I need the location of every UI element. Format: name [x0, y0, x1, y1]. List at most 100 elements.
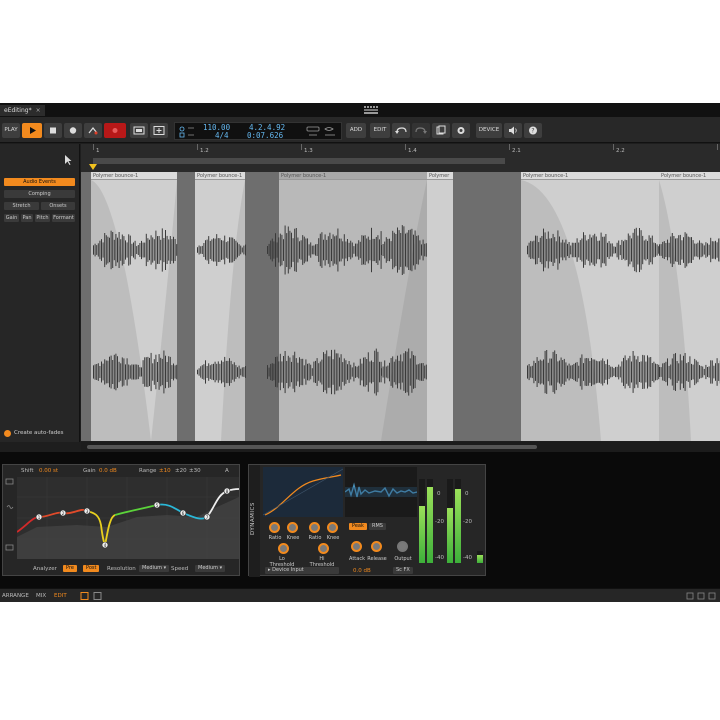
comping-button[interactable]: Comping	[4, 190, 75, 198]
overdub-button[interactable]	[130, 123, 148, 138]
device-input-label: Device Input	[272, 567, 304, 573]
pointer-tool-icon[interactable]	[63, 154, 73, 166]
ruler-bar-number: 1	[96, 148, 100, 154]
copy-button[interactable]	[432, 123, 450, 138]
horizontal-scrollbar[interactable]	[81, 442, 720, 452]
hi-threshold-knob[interactable]	[318, 543, 329, 554]
sidechain-fx-label: Sc FX	[396, 567, 410, 573]
analyzer-a-label[interactable]: A	[225, 468, 229, 474]
analyzer-label: Analyzer	[33, 566, 57, 572]
range-option-20[interactable]: ±20	[175, 468, 187, 474]
redo-button[interactable]	[412, 123, 430, 138]
timeline-ruler[interactable]: 11.21.31.42.12.22.3	[81, 144, 720, 172]
time-value[interactable]: 0:07.626	[247, 132, 283, 140]
meter-label-0-right: 0	[465, 491, 469, 497]
panel-layout-icons[interactable]	[80, 592, 110, 600]
audio-events-label: Audio Events	[23, 179, 56, 185]
loop-punch-icon[interactable]	[305, 125, 339, 139]
time-signature-value[interactable]: 4/4	[215, 132, 229, 140]
add-button[interactable]: ADD	[346, 123, 366, 138]
release-knob[interactable]	[371, 541, 382, 552]
device-button[interactable]: DEVICE	[476, 123, 502, 138]
shift-value[interactable]: 0.00 st	[39, 468, 58, 474]
arm-record-button[interactable]	[104, 123, 126, 138]
ruler-tick	[301, 144, 302, 150]
add-label: ADD	[349, 127, 363, 133]
range-option-30[interactable]: ±30	[189, 468, 201, 474]
input-gain-value[interactable]: 0.0 dB	[353, 568, 371, 574]
range-option-10[interactable]: ±10	[159, 468, 171, 474]
eq-band-number: 6	[182, 511, 185, 516]
metronome-icon[interactable]	[178, 125, 198, 139]
meter-label-20: -20	[435, 519, 444, 525]
pitch-lane-button[interactable]: Pitch	[35, 214, 50, 222]
eq-device[interactable]: Shift 0.00 st Gain 0.0 dB Range ±10 ±20 …	[2, 464, 240, 576]
stretch-button[interactable]: Stretch	[4, 202, 39, 210]
lo-knee-knob[interactable]	[287, 522, 298, 533]
rms-toggle[interactable]: RMS	[369, 523, 386, 530]
gain-lane-button[interactable]: Gain	[4, 214, 19, 222]
add-clip-button[interactable]	[150, 123, 168, 138]
audio-editor[interactable]: Polymer bounce-1 Polymer bounce-1 Polyme…	[81, 172, 720, 441]
document-title: eEditing	[4, 107, 29, 114]
audio-events-button[interactable]: Audio Events	[4, 178, 75, 186]
gain-value[interactable]: 0.0 dB	[99, 468, 117, 474]
sidechain-fx-button[interactable]: Sc FX	[393, 567, 413, 574]
eq-band-number: 7	[206, 515, 209, 520]
dynamics-device[interactable]: DYNAMICS Ratio Knee Ratio Knee Lo Thresh…	[248, 464, 486, 577]
undo-button[interactable]	[392, 123, 410, 138]
meter-fill	[419, 505, 425, 563]
dynamics-title-tab[interactable]: DYNAMICS	[249, 465, 260, 577]
document-tab[interactable]: eEditing* ×	[0, 105, 45, 116]
record-button[interactable]	[64, 123, 82, 138]
device-input-selector[interactable]: ▸ Device Input	[265, 567, 339, 574]
play-mode-label: PLAY	[4, 127, 18, 133]
pan-lane-button[interactable]: Pan	[21, 214, 33, 222]
close-tab-icon[interactable]: ×	[36, 107, 41, 114]
transfer-curve-graph[interactable]	[263, 467, 343, 517]
play-icon	[30, 127, 36, 134]
edit-button[interactable]: EDIT	[370, 123, 390, 138]
automation-write-button[interactable]	[84, 123, 102, 138]
waveform-display	[91, 180, 720, 441]
shift-label: Shift	[21, 468, 34, 474]
analyzer-post-toggle[interactable]: Post	[83, 565, 100, 572]
output-knob[interactable]	[397, 541, 408, 552]
ruler-tick	[197, 144, 198, 150]
arrange-view-tab[interactable]: ARRANGE	[2, 592, 29, 600]
auto-fades-checkbox[interactable]	[4, 430, 11, 437]
meter-fill	[427, 487, 433, 563]
settings-button[interactable]	[452, 123, 470, 138]
ruler-tick	[509, 144, 510, 150]
play-button[interactable]	[22, 123, 42, 138]
resolution-dropdown[interactable]: Medium ▾	[139, 565, 170, 572]
analyzer-pre-toggle[interactable]: Pre	[63, 565, 77, 572]
scrollbar-thumb[interactable]	[87, 445, 537, 449]
hi-ratio-knob[interactable]	[309, 522, 320, 533]
hi-knee-knob[interactable]	[327, 522, 338, 533]
speaker-button[interactable]	[504, 123, 522, 138]
status-bar: ARRANGE MIX EDIT	[0, 588, 720, 602]
stretch-label: Stretch	[12, 203, 31, 209]
attack-knob[interactable]	[351, 541, 362, 552]
lo-ratio-knob[interactable]	[269, 522, 280, 533]
lo-threshold-knob[interactable]	[278, 543, 289, 554]
speed-dropdown[interactable]: Medium ▾	[195, 565, 226, 572]
peak-toggle[interactable]: Peak	[349, 523, 367, 530]
edit-view-tab[interactable]: EDIT	[54, 592, 67, 600]
loop-region-bar[interactable]	[93, 158, 505, 164]
help-button[interactable]: ?	[524, 123, 542, 138]
formant-lane-button[interactable]: Formant	[52, 214, 75, 222]
mix-view-tab[interactable]: MIX	[36, 592, 46, 600]
transport-toolbar: PLAY 110.00 4/4 4.2.4.92 0:07.626 ADD ED…	[0, 117, 720, 143]
onsets-button[interactable]: Onsets	[41, 202, 75, 210]
eq-graph[interactable]: 1 2 3 4 5 6 7 8	[16, 477, 240, 559]
playhead-marker[interactable]	[89, 164, 97, 170]
pan-lane-label: Pan	[22, 215, 32, 221]
analyzer-post-label: Post	[86, 565, 97, 571]
formant-lane-label: Formant	[53, 215, 74, 221]
window-layout-icons[interactable]	[686, 592, 718, 600]
rms-label: RMS	[372, 523, 383, 529]
stop-button[interactable]	[44, 123, 62, 138]
play-mode-button[interactable]: PLAY	[2, 123, 20, 138]
